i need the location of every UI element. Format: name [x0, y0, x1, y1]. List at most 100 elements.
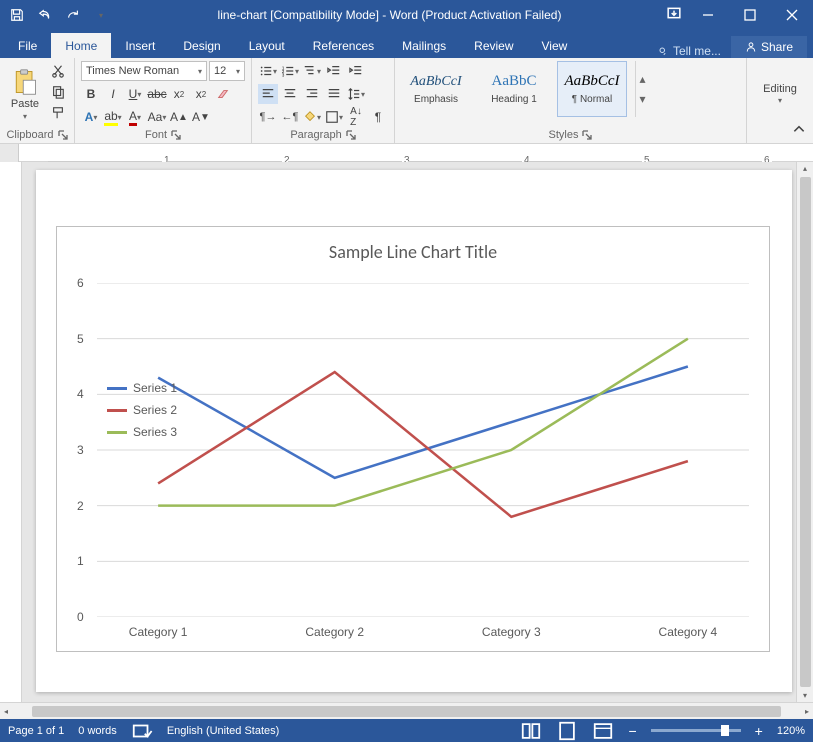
- change-case-button[interactable]: Aa▾: [147, 107, 167, 127]
- style-normal[interactable]: AaBbCcI ¶ Normal: [557, 61, 627, 117]
- justify-button[interactable]: [324, 84, 344, 104]
- bullets-button[interactable]: ▾: [258, 61, 278, 81]
- ruler-vertical[interactable]: [0, 162, 22, 702]
- font-launcher-icon[interactable]: [171, 130, 181, 140]
- highlight-button[interactable]: ab▾: [103, 107, 123, 127]
- grow-font-button[interactable]: A▲: [169, 107, 189, 127]
- paragraph-launcher-icon[interactable]: [346, 130, 356, 140]
- share-label: Share: [761, 40, 793, 54]
- minimize-button[interactable]: [687, 0, 729, 30]
- tab-references[interactable]: References: [299, 33, 388, 58]
- clear-formatting-button[interactable]: [213, 84, 233, 104]
- styles-more-button[interactable]: ▴▾: [635, 61, 649, 117]
- paste-button[interactable]: Paste ▾: [6, 61, 44, 127]
- qat-customize-button[interactable]: ▾: [88, 2, 114, 28]
- group-paragraph: ▾ 123▾ ▾ ▾ ¶→ ←¶ ▾ ▾ A↓Z ¶ Par: [252, 58, 395, 143]
- ruler-horizontal[interactable]: 123456: [0, 144, 813, 162]
- editing-label[interactable]: Editing: [763, 83, 797, 95]
- font-size-select[interactable]: 12▾: [209, 61, 245, 81]
- zoom-slider[interactable]: [651, 729, 741, 732]
- web-layout-button[interactable]: [592, 722, 614, 740]
- tab-layout[interactable]: Layout: [235, 33, 299, 58]
- font-name-select[interactable]: Times New Roman▾: [81, 61, 207, 81]
- style-name: Heading 1: [491, 94, 537, 105]
- print-layout-button[interactable]: [556, 722, 578, 740]
- increase-indent-button[interactable]: [346, 61, 366, 81]
- tab-home[interactable]: Home: [51, 33, 111, 58]
- chart-plot-area: 0123456 Category 1Category 2Category 3Ca…: [97, 283, 749, 617]
- show-marks-button[interactable]: ¶: [368, 107, 388, 127]
- ribbon-display-button[interactable]: [661, 0, 687, 26]
- copy-button[interactable]: [48, 82, 68, 102]
- style-emphasis[interactable]: AaBbCcI Emphasis: [401, 61, 471, 117]
- tab-mailings[interactable]: Mailings: [388, 33, 460, 58]
- style-name: ¶ Normal: [572, 94, 612, 105]
- align-center-button[interactable]: [280, 84, 300, 104]
- style-heading1[interactable]: AaBbC Heading 1: [479, 61, 549, 117]
- zoom-level[interactable]: 120%: [777, 725, 805, 737]
- borders-button[interactable]: ▾: [324, 107, 344, 127]
- status-words[interactable]: 0 words: [78, 725, 117, 737]
- format-painter-button[interactable]: [48, 103, 68, 123]
- group-label-clipboard: Clipboard: [6, 129, 53, 141]
- redo-button[interactable]: [60, 2, 86, 28]
- tell-me-search[interactable]: Tell me...: [647, 44, 731, 58]
- shrink-font-button[interactable]: A▼: [191, 107, 211, 127]
- maximize-button[interactable]: [729, 0, 771, 30]
- tab-file[interactable]: File: [4, 33, 51, 58]
- scrollbar-horizontal[interactable]: ◂▸: [0, 702, 813, 719]
- italic-button[interactable]: I: [103, 84, 123, 104]
- rtl-button[interactable]: ←¶: [280, 107, 300, 127]
- underline-button[interactable]: U▾: [125, 84, 145, 104]
- zoom-in-button[interactable]: +: [755, 723, 763, 739]
- bold-button[interactable]: B: [81, 84, 101, 104]
- document-area: Sample Line Chart Title 0123456 Category…: [0, 162, 813, 702]
- text-effects-button[interactable]: A▾: [81, 107, 101, 127]
- multilevel-list-button[interactable]: ▾: [302, 61, 322, 81]
- style-preview: AaBbCcI: [410, 74, 461, 90]
- status-language[interactable]: English (United States): [167, 725, 280, 737]
- styles-gallery[interactable]: AaBbCcI Emphasis AaBbC Heading 1 AaBbCcI…: [401, 61, 649, 127]
- cut-button[interactable]: [48, 61, 68, 81]
- quick-access-toolbar: ▾: [0, 2, 118, 28]
- font-name-value: Times New Roman: [86, 65, 179, 77]
- clipboard-launcher-icon[interactable]: [58, 130, 68, 140]
- tab-review[interactable]: Review: [460, 33, 527, 58]
- tab-insert[interactable]: Insert: [111, 33, 169, 58]
- styles-launcher-icon[interactable]: [582, 130, 592, 140]
- align-left-button[interactable]: [258, 84, 278, 104]
- ribbon-tabs: File Home Insert Design Layout Reference…: [0, 30, 813, 58]
- ltr-button[interactable]: ¶→: [258, 107, 278, 127]
- style-preview: AaBbC: [492, 73, 537, 90]
- spellcheck-icon[interactable]: [131, 722, 153, 740]
- numbering-button[interactable]: 123▾: [280, 61, 300, 81]
- subscript-button[interactable]: x2: [169, 84, 189, 104]
- collapse-ribbon-button[interactable]: [789, 119, 809, 139]
- zoom-out-button[interactable]: −: [628, 723, 636, 739]
- statusbar: Page 1 of 1 0 words English (United Stat…: [0, 719, 813, 742]
- align-right-button[interactable]: [302, 84, 322, 104]
- undo-button[interactable]: [32, 2, 58, 28]
- page[interactable]: Sample Line Chart Title 0123456 Category…: [36, 170, 792, 692]
- status-page[interactable]: Page 1 of 1: [8, 725, 64, 737]
- line-spacing-button[interactable]: ▾: [346, 84, 366, 104]
- strikethrough-button[interactable]: abc: [147, 84, 167, 104]
- decrease-indent-button[interactable]: [324, 61, 344, 81]
- svg-text:3: 3: [282, 72, 285, 77]
- chart-title: Sample Line Chart Title: [57, 227, 769, 269]
- chart-legend: Series 1Series 2Series 3: [107, 377, 177, 443]
- tab-view[interactable]: View: [528, 33, 582, 58]
- group-label-font: Font: [145, 129, 167, 141]
- group-clipboard: Paste ▾ Clipboard: [0, 58, 75, 143]
- scrollbar-vertical[interactable]: ▴▾: [796, 162, 813, 702]
- sort-button[interactable]: A↓Z: [346, 107, 366, 127]
- chart-object[interactable]: Sample Line Chart Title 0123456 Category…: [56, 226, 770, 652]
- superscript-button[interactable]: x2: [191, 84, 211, 104]
- close-button[interactable]: [771, 0, 813, 30]
- shading-button[interactable]: ▾: [302, 107, 322, 127]
- save-button[interactable]: [4, 2, 30, 28]
- font-color-button[interactable]: A▾: [125, 107, 145, 127]
- share-button[interactable]: Share: [731, 36, 807, 58]
- tab-design[interactable]: Design: [169, 33, 234, 58]
- read-mode-button[interactable]: [520, 722, 542, 740]
